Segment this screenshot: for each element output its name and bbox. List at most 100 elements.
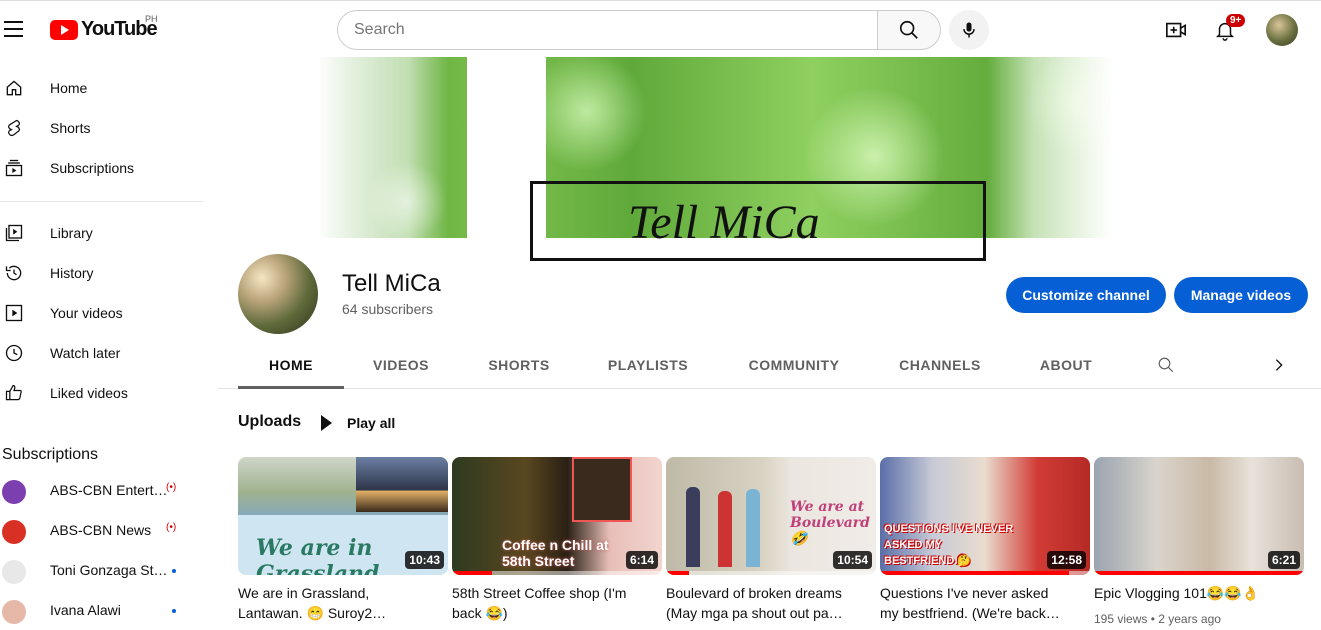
video-card[interactable]: We are at Boulevard 🤣 10:54 Boulevard of… [666,457,876,630]
tab-about[interactable]: ABOUT [1032,341,1100,389]
play-all-button[interactable]: Play all [318,412,395,434]
video-title-line2: Lantawan. 😁 Suroy2… [238,605,387,621]
person-figure [718,491,732,567]
watch-progress-bar [880,571,1090,575]
video-thumbnail[interactable]: 6:21 [1094,457,1304,575]
thumbnail-caption: We are at Boulevard 🤣 [790,499,870,547]
menu-icon[interactable] [4,21,24,37]
sidebar-item-shorts[interactable]: Shorts [0,108,203,148]
video-title[interactable]: Boulevard of broken dreams (May mga pa sh… [666,583,876,623]
sidebar-item-label: Your videos [50,305,123,321]
chevron-right-icon[interactable] [1271,357,1287,373]
video-duration: 6:14 [625,551,658,569]
subscription-item[interactable]: ABS-CBN Entertainment (•) [0,470,203,510]
video-thumbnail[interactable]: We are in Grassland 10:43 [238,457,448,575]
sidebar-item-history[interactable]: History [0,253,203,293]
video-title-line1: Questions I've never asked [880,585,1049,601]
sidebar-item-subscriptions[interactable]: Subscriptions [0,148,203,188]
video-card[interactable]: QUESTIONS I'VE NEVER ASKED MY BESTFRIEND… [880,457,1090,630]
tab-shorts[interactable]: SHORTS [478,341,560,389]
sidebar-item-label: History [50,265,94,281]
youtube-play-icon [50,19,78,40]
person-figure [686,487,700,567]
banner-fade-right [987,57,1216,238]
watch-progress-bar [1094,571,1304,575]
new-content-dot [172,569,176,573]
youtube-logo[interactable]: YouTube [50,18,158,41]
customize-channel-button[interactable]: Customize channel [1006,277,1166,313]
live-icon: (•) [166,522,177,533]
video-meta: 195 views • 2 years ago [1094,612,1221,626]
person-figure [746,489,760,567]
channel-search-icon[interactable] [1157,356,1175,374]
manage-videos-button[interactable]: Manage videos [1174,277,1308,313]
watch-progress-bar [666,571,876,575]
sidebar-item-liked-videos[interactable]: Liked videos [0,373,203,413]
thumbnail-inset [356,457,448,512]
library-icon [5,224,23,242]
channel-avatar[interactable] [238,254,318,334]
new-content-dot [172,609,176,613]
tab-community[interactable]: COMMUNITY [738,341,850,389]
notification-badge: 9+ [1226,14,1246,27]
channel-avatar [2,560,26,584]
video-title[interactable]: 58th Street Coffee shop (I'm back 😂) [452,583,662,623]
channel-banner: Tell MiCa [218,57,1321,261]
search-input[interactable] [337,10,878,50]
thumbnail-caption: Coffee n Chill at 58th Street [502,537,609,569]
search-icon [899,20,918,39]
video-thumbnail[interactable]: We are at Boulevard 🤣 10:54 [666,457,876,575]
your-videos-icon [5,304,23,322]
sidebar: Home Shorts Subscriptions Library Histor… [0,57,203,630]
shorts-icon [7,119,21,137]
sidebar-item-label: Shorts [50,120,91,136]
tab-home[interactable]: HOME [238,341,344,389]
tab-channels[interactable]: CHANNELS [890,341,990,389]
video-title-line1: Boulevard of broken dreams [666,585,842,601]
video-thumbnail[interactable]: Coffee n Chill at 58th Street 6:14 [452,457,662,575]
play-all-label: Play all [347,415,396,431]
top-bar: YouTube PH 9+ [0,0,1321,57]
microphone-icon [963,22,975,38]
video-thumbnail[interactable]: QUESTIONS I'VE NEVER ASKED MY BESTFRIEND… [880,457,1090,575]
banner-title: Tell MiCa [628,196,820,249]
sidebar-item-label: Watch later [50,345,121,361]
home-icon [6,80,22,96]
subscription-item[interactable]: Toni Gonzaga Studio [0,550,203,590]
channel-tabs: HOME VIDEOS SHORTS PLAYLISTS COMMUNITY C… [218,341,1321,389]
watch-progress-fill [666,571,690,575]
subscription-item[interactable]: Ivana Alawi [0,590,203,630]
search-button[interactable] [877,10,941,50]
sidebar-item-label: Subscriptions [50,160,135,176]
subscription-item[interactable]: ABS-CBN News (•) [0,510,203,550]
sidebar-item-home[interactable]: Home [0,68,203,108]
account-avatar[interactable] [1266,14,1298,46]
video-title-line1: We are in Grassland, [238,585,370,601]
sidebar-item-label: Library [50,225,93,241]
sidebar-item-library[interactable]: Library [0,213,203,253]
video-title-line1: 58th Street Coffee shop (I'm [452,585,627,601]
voice-search-button[interactable] [949,10,989,50]
tab-videos[interactable]: VIDEOS [360,341,442,389]
watch-progress-fill [1094,571,1304,575]
video-title[interactable]: Questions I've never asked my bestfriend.… [880,583,1090,623]
video-duration: 6:21 [1267,551,1300,569]
channel-name: Tell MiCa [342,270,441,297]
video-title[interactable]: We are in Grassland, Lantawan. 😁 Suroy2… [238,583,448,623]
create-video-icon[interactable] [1165,19,1187,41]
video-duration: 12:58 [1047,551,1086,569]
subscription-name: Toni Gonzaga Studio [50,562,168,578]
tab-playlists[interactable]: PLAYLISTS [598,341,698,389]
sidebar-item-your-videos[interactable]: Your videos [0,293,203,333]
sidebar-item-watch-later[interactable]: Watch later [0,333,203,373]
watch-later-icon [5,344,23,362]
video-card[interactable]: 6:21 Epic Vlogging 101😂😂👌 195 views • 2 … [1094,457,1304,630]
subscription-name: Ivana Alawi [50,602,121,618]
play-icon [321,415,332,431]
channel-avatar [2,480,26,504]
video-card[interactable]: Coffee n Chill at 58th Street 6:14 58th … [452,457,662,630]
watch-progress-bar [452,571,662,575]
video-card[interactable]: We are in Grassland 10:43 We are in Gras… [238,457,448,630]
subscriptions-icon [5,159,23,177]
thumbs-up-icon [5,384,22,401]
